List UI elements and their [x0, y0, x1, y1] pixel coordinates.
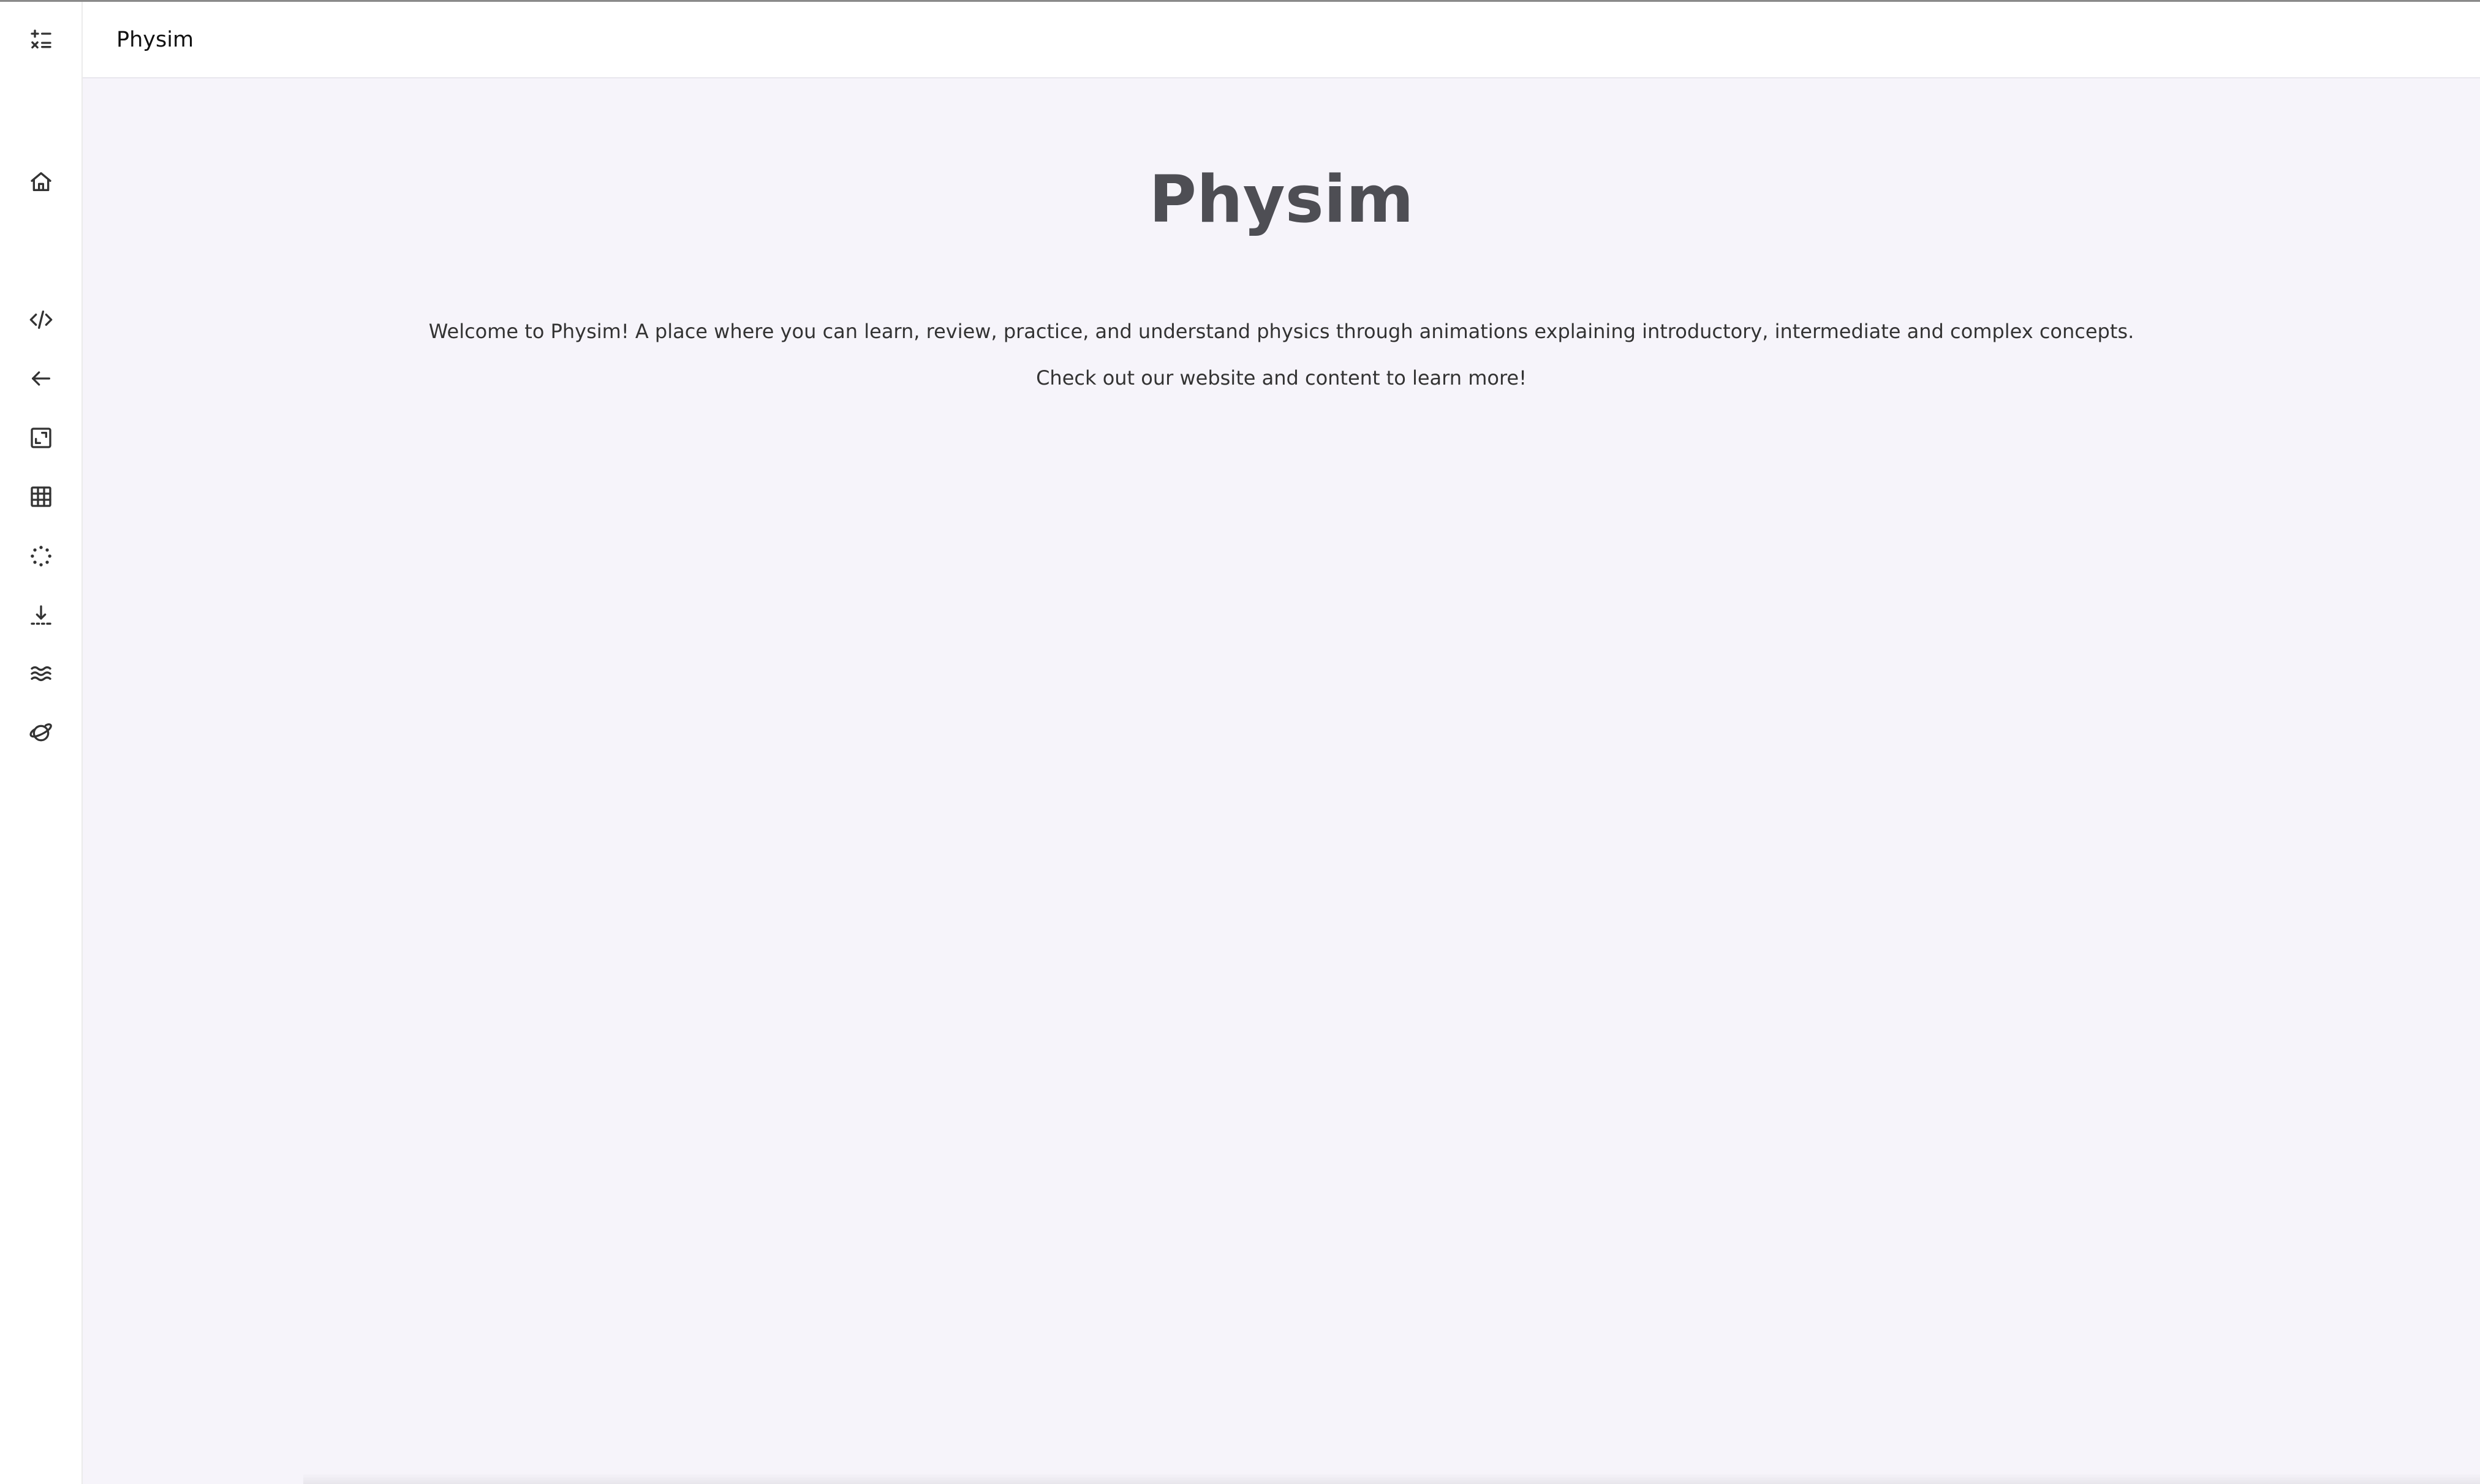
bottom-shadow [303, 1473, 2480, 1484]
welcome-paragraph: Welcome to Physim! A place where you can… [428, 320, 2134, 343]
page-title: Physim [1149, 162, 1414, 237]
code-icon[interactable] [21, 299, 61, 340]
app-window: Physim Physim Welcome to Physim! A place… [0, 0, 2480, 1484]
expand-icon[interactable] [21, 418, 61, 458]
waves-icon[interactable] [21, 653, 61, 694]
arrow-down-dashed-icon[interactable] [21, 595, 61, 636]
arrow-left-icon[interactable] [21, 358, 61, 399]
grid-icon[interactable] [21, 476, 61, 517]
intro-text: Welcome to Physim! A place where you can… [83, 308, 2480, 401]
home-icon[interactable] [21, 162, 61, 202]
cta-paragraph: Check out our website and content to lea… [1036, 366, 1527, 390]
sidebar [0, 2, 83, 1484]
main-content: Physim Welcome to Physim! A place where … [83, 78, 2480, 1484]
dotted-circle-icon[interactable] [21, 536, 61, 576]
top-bar: Physim [83, 2, 2480, 78]
app-title: Physim [116, 28, 194, 52]
planet-icon[interactable] [21, 713, 61, 753]
calculator-icon[interactable] [21, 20, 61, 60]
